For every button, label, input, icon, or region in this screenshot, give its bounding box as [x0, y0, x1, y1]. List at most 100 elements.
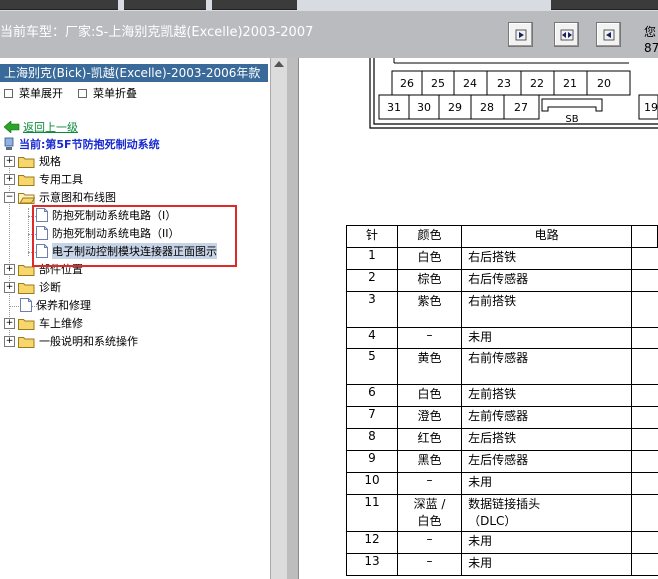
color-cell: 澄色	[396, 406, 463, 429]
circuit-cell: 未用	[461, 531, 633, 554]
expand-right-button[interactable]	[508, 22, 533, 47]
table-header-row: 针 颜色 电路	[346, 225, 658, 248]
collapse-all-label: 菜单折叠	[93, 87, 137, 100]
collapse-all-control[interactable]: 菜单折叠	[78, 85, 137, 101]
top-tab-3[interactable]	[212, 0, 297, 10]
extra-cell	[631, 553, 658, 576]
tree-item-schematics[interactable]: − 示意图和布线图	[4, 188, 116, 206]
pin-19: 19	[644, 101, 658, 114]
color-line-1: 深蓝 /	[413, 497, 446, 511]
tree-item-label: 保养和修理	[36, 299, 91, 312]
expand-all-label: 菜单展开	[19, 87, 63, 100]
pin-30: 30	[417, 101, 431, 114]
tree-item-maintenance[interactable]: 保养和修理	[20, 296, 91, 314]
document-icon	[20, 298, 32, 312]
tree-item-on-vehicle-service[interactable]: + 车上维修	[4, 314, 83, 332]
color-cell: 红色	[396, 428, 463, 451]
color-cell: 白色	[396, 384, 463, 407]
pin-23: 23	[497, 77, 511, 90]
expand-plus-icon[interactable]: +	[4, 173, 15, 185]
folder-icon	[18, 282, 35, 294]
user-text: 您	[644, 25, 657, 39]
pin-24: 24	[463, 77, 477, 90]
tree-item-diagnosis[interactable]: + 诊断	[4, 278, 61, 296]
back-arrow-icon	[4, 121, 20, 133]
compare-button[interactable]	[554, 22, 579, 47]
folder-icon	[18, 336, 35, 348]
user-info: 您 87	[644, 24, 658, 56]
pin-cell: 11	[346, 494, 398, 532]
extra-cell	[631, 406, 658, 429]
back-link-label: 返回上一级	[23, 121, 78, 134]
back-link[interactable]: 返回上一级	[4, 119, 78, 135]
expand-plus-icon[interactable]: +	[4, 155, 15, 167]
extra-cell	[631, 531, 658, 554]
color-cell: –	[396, 531, 463, 554]
color-cell: 棕色	[396, 269, 463, 292]
expand-plus-icon[interactable]: +	[4, 335, 15, 347]
extra-cell	[631, 428, 658, 451]
circuit-line-1: 数据链接插头	[468, 497, 541, 511]
color-cell: 黑色	[396, 450, 463, 473]
extra-cell	[631, 269, 658, 292]
expand-plus-icon[interactable]: +	[4, 263, 15, 275]
tree-item-specs[interactable]: + 规格	[4, 152, 61, 170]
tree-item-label: 示意图和布线图	[39, 191, 116, 204]
arrow-left-icon	[603, 29, 614, 40]
table-row: 13 – 未用	[346, 553, 658, 576]
collapse-left-button[interactable]	[596, 22, 621, 47]
color-cell: 黄色	[396, 348, 463, 385]
pin-cell: 12	[346, 531, 398, 554]
tree-item-label: 专用工具	[39, 173, 83, 186]
pin-cell: 6	[346, 384, 398, 407]
navigation-panel: 上海别克(Bick)-凯越(Excelle)-2003-2006年款 菜单展开 …	[0, 58, 270, 579]
color-cell: –	[396, 553, 463, 576]
open-folder-icon	[18, 192, 35, 204]
arrow-right-icon	[515, 29, 526, 40]
expand-box-icon	[4, 88, 13, 98]
extra-cell	[631, 247, 658, 270]
column-header-pin: 针	[346, 225, 398, 248]
color-cell: –	[396, 472, 463, 495]
vehicle-header: 上海别克(Bick)-凯越(Excelle)-2003-2006年款	[0, 64, 268, 82]
expand-all-control[interactable]: 菜单展开	[4, 85, 63, 101]
top-tab-4[interactable]	[551, 0, 658, 10]
content-panel: 26 25 24 23 22 21 20 31 30 29 28 27 SB 1…	[299, 58, 658, 579]
tree-item-general-description[interactable]: + 一般说明和系统操作	[4, 332, 138, 350]
top-tab-1[interactable]	[0, 0, 118, 10]
collapse-minus-icon[interactable]: −	[4, 191, 15, 203]
column-header-circuit: 电路	[461, 225, 633, 248]
extra-cell	[631, 348, 658, 385]
tree-item-label: 一般说明和系统操作	[39, 335, 138, 348]
table-row: 10 – 未用	[346, 472, 658, 495]
tree-item-special-tools[interactable]: + 专用工具	[4, 170, 83, 188]
circuit-cell: 未用	[461, 553, 633, 576]
pin-31: 31	[387, 101, 401, 114]
extra-cell	[631, 472, 658, 495]
top-tab-2[interactable]	[124, 0, 206, 10]
table-row: 4 – 未用	[346, 327, 658, 349]
circuit-cell: 右后搭铁	[461, 247, 633, 270]
pin-cell: 9	[346, 450, 398, 473]
pin-21: 21	[563, 77, 577, 90]
scroll-up-icon[interactable]	[274, 61, 284, 67]
expand-plus-icon[interactable]: +	[4, 281, 15, 293]
circuit-line-2: （DLC）	[468, 514, 517, 528]
top-toolbar: 当前车型：厂家:S-上海别克凯越(Excelle)2003-2007 您 87	[0, 0, 658, 58]
computer-icon	[4, 137, 14, 150]
table-row: 6 白色 左前搭铁	[346, 384, 658, 407]
pin-cell: 7	[346, 406, 398, 429]
pin-27: 27	[514, 101, 528, 114]
circuit-cell: 未用	[461, 472, 633, 495]
current-model-label: 当前车型：厂家:S-上海别克凯越(Excelle)2003-2007	[0, 25, 314, 40]
circuit-cell: 右前搭铁	[461, 291, 633, 328]
extra-cell	[631, 327, 658, 349]
color-cell: –	[396, 327, 463, 349]
circuit-cell: 右后传感器	[461, 269, 633, 292]
expand-plus-icon[interactable]: +	[4, 317, 15, 329]
extra-cell	[631, 450, 658, 473]
folder-icon	[18, 156, 35, 168]
current-section-label: 当前:第5F节防抱死制动系统	[19, 138, 160, 151]
user-text-2: 87	[644, 41, 658, 55]
pin-26: 26	[400, 77, 414, 90]
